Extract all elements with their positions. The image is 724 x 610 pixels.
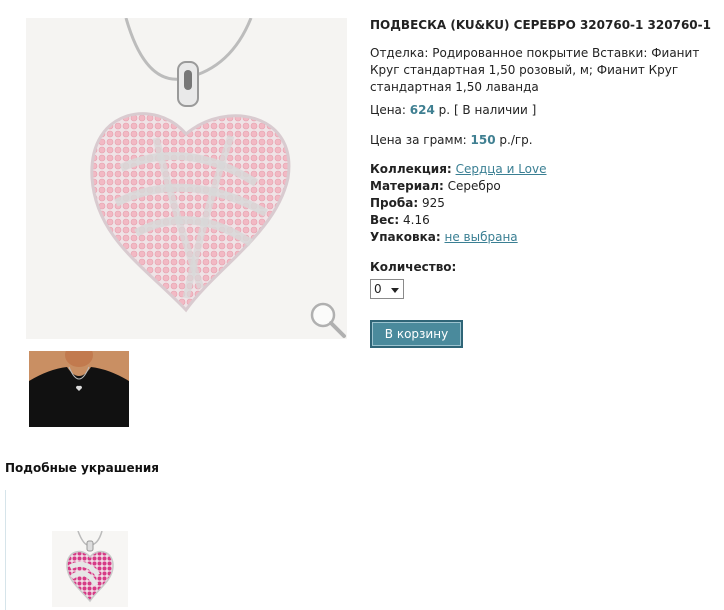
product-details: Коллекция: Сердца и Love Материал: Сереб… bbox=[370, 161, 547, 246]
price-unit: р. bbox=[438, 103, 451, 117]
similar-items-heading: Подобные украшения bbox=[5, 461, 160, 475]
packaging-link[interactable]: не выбрана bbox=[445, 230, 518, 244]
weight-value: 4.16 bbox=[403, 213, 430, 227]
heart-pendant-image bbox=[90, 18, 291, 313]
collection-label: Коллекция: bbox=[370, 162, 452, 176]
product-description: Отделка: Родированное покрытие Вставки: … bbox=[370, 46, 700, 94]
availability-status: [ В наличии ] bbox=[453, 103, 537, 117]
weight-label: Вес: bbox=[370, 213, 400, 227]
price-per-gram-value: 150 bbox=[470, 133, 496, 147]
chevron-down-icon bbox=[391, 288, 399, 293]
similar-item-image[interactable] bbox=[52, 531, 128, 607]
price-per-gram-unit: р./гр. bbox=[499, 133, 533, 147]
quantity-label: Количество: bbox=[370, 260, 457, 274]
similar-items-divider bbox=[5, 490, 6, 610]
detail-row-material: Материал: Серебро bbox=[370, 178, 547, 195]
model-thumbnail-image bbox=[29, 351, 129, 427]
detail-row-collection: Коллекция: Сердца и Love bbox=[370, 161, 547, 178]
add-to-cart-button[interactable]: В корзину bbox=[370, 320, 463, 348]
collection-link[interactable]: Сердца и Love bbox=[456, 162, 547, 176]
material-value: Серебро bbox=[447, 179, 501, 193]
price-value: 624 bbox=[409, 103, 435, 117]
price-line: Цена: 624 р. [ В наличии ] bbox=[370, 102, 536, 119]
price-per-gram-label: Цена за грамм: bbox=[370, 133, 467, 147]
quantity-select[interactable]: 0 bbox=[370, 279, 404, 299]
price-label: Цена: bbox=[370, 103, 406, 117]
magnifier-icon[interactable] bbox=[308, 300, 347, 339]
detail-row-packaging: Упаковка: не выбрана bbox=[370, 229, 547, 246]
packaging-label: Упаковка: bbox=[370, 230, 441, 244]
probe-label: Проба: bbox=[370, 196, 419, 210]
probe-value: 925 bbox=[421, 196, 445, 210]
quantity-value: 0 bbox=[374, 282, 382, 296]
material-label: Материал: bbox=[370, 179, 444, 193]
product-title: ПОДВЕСКА (KU&KU) СЕРЕБРО 320760-1 320760… bbox=[370, 18, 711, 32]
detail-row-probe: Проба: 925 bbox=[370, 195, 547, 212]
similar-heart-pendant-image bbox=[66, 531, 114, 603]
product-main-image[interactable] bbox=[26, 18, 347, 339]
detail-row-weight: Вес: 4.16 bbox=[370, 212, 547, 229]
product-thumbnail[interactable] bbox=[29, 351, 129, 427]
price-per-gram-line: Цена за грамм: 150 р./гр. bbox=[370, 132, 533, 149]
